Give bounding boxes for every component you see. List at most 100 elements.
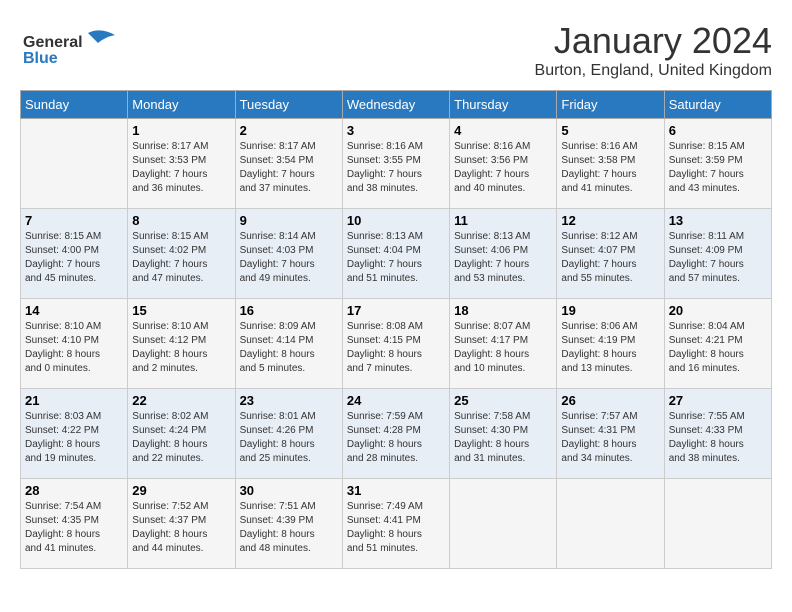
- day-number: 1: [132, 123, 230, 138]
- day-number: 13: [669, 213, 767, 228]
- calendar-cell: [557, 479, 664, 569]
- day-number: 27: [669, 393, 767, 408]
- day-number: 31: [347, 483, 445, 498]
- day-info: Sunrise: 8:17 AMSunset: 3:54 PMDaylight:…: [240, 140, 338, 196]
- week-row-1: 1 Sunrise: 8:17 AMSunset: 3:53 PMDaylight…: [21, 119, 772, 209]
- calendar-cell: 1 Sunrise: 8:17 AMSunset: 3:53 PMDaylight…: [128, 119, 235, 209]
- day-number: 7: [25, 213, 123, 228]
- calendar-cell: 7 Sunrise: 8:15 AMSunset: 4:00 PMDaylight…: [21, 209, 128, 299]
- day-number: 2: [240, 123, 338, 138]
- day-number: 26: [561, 393, 659, 408]
- calendar-cell: 24Sunrise: 7:59 AMSunset: 4:28 PMDayligh…: [342, 389, 449, 479]
- day-number: 5: [561, 123, 659, 138]
- calendar-cell: 8Sunrise: 8:15 AMSunset: 4:02 PMDaylight…: [128, 209, 235, 299]
- calendar-cell: 14 Sunrise: 8:10 AMSunset: 4:10 PMDayligh…: [21, 299, 128, 389]
- day-number: 10: [347, 213, 445, 228]
- calendar-cell: 5 Sunrise: 8:16 AMSunset: 3:58 PMDaylight…: [557, 119, 664, 209]
- day-header-saturday: Saturday: [664, 91, 771, 119]
- day-info: Sunrise: 7:52 AMSunset: 4:37 PMDaylight:…: [132, 500, 230, 556]
- day-header-wednesday: Wednesday: [342, 91, 449, 119]
- day-info: Sunrise: 8:11 AMSunset: 4:09 PMDaylight:…: [669, 230, 767, 286]
- day-number: 12: [561, 213, 659, 228]
- day-number: 18: [454, 303, 552, 318]
- day-info: Sunrise: 8:17 AMSunset: 3:53 PMDaylight:…: [132, 140, 230, 196]
- calendar-cell: 22 Sunrise: 8:02 AMSunset: 4:24 PMDayligh…: [128, 389, 235, 479]
- calendar-cell: 28 Sunrise: 7:54 AMSunset: 4:35 PMDayligh…: [21, 479, 128, 569]
- day-number: 11: [454, 213, 552, 228]
- day-info: Sunrise: 8:14 AMSunset: 4:03 PMDaylight:…: [240, 230, 338, 286]
- calendar-cell: 26 Sunrise: 7:57 AMSunset: 4:31 PMDayligh…: [557, 389, 664, 479]
- week-row-2: 7 Sunrise: 8:15 AMSunset: 4:00 PMDaylight…: [21, 209, 772, 299]
- page-header: General Blue January 2024 Burton, Englan…: [20, 20, 772, 80]
- week-row-4: 21 Sunrise: 8:03 AMSunset: 4:22 PMDayligh…: [21, 389, 772, 479]
- calendar-cell: 30 Sunrise: 7:51 AMSunset: 4:39 PMDayligh…: [235, 479, 342, 569]
- day-info: Sunrise: 8:10 AMSunset: 4:10 PMDaylight:…: [25, 320, 123, 376]
- calendar-cell: 12 Sunrise: 8:12 AMSunset: 4:07 PMDayligh…: [557, 209, 664, 299]
- day-number: 6: [669, 123, 767, 138]
- day-number: 16: [240, 303, 338, 318]
- calendar-cell: 31 Sunrise: 7:49 AMSunset: 4:41 PMDayligh…: [342, 479, 449, 569]
- day-info: Sunrise: 8:16 AMSunset: 3:56 PMDaylight:…: [454, 140, 552, 196]
- calendar-cell: 17 Sunrise: 8:08 AMSunset: 4:15 PMDayligh…: [342, 299, 449, 389]
- day-info: Sunrise: 8:13 AMSunset: 4:04 PMDaylight:…: [347, 230, 445, 286]
- week-row-3: 14 Sunrise: 8:10 AMSunset: 4:10 PMDayligh…: [21, 299, 772, 389]
- day-header-monday: Monday: [128, 91, 235, 119]
- svg-text:General: General: [23, 34, 83, 51]
- calendar-cell: 25Sunrise: 7:58 AMSunset: 4:30 PMDayligh…: [450, 389, 557, 479]
- calendar-cell: 13 Sunrise: 8:11 AMSunset: 4:09 PMDayligh…: [664, 209, 771, 299]
- day-info: Sunrise: 7:51 AMSunset: 4:39 PMDaylight:…: [240, 500, 338, 556]
- day-number: 3: [347, 123, 445, 138]
- day-info: Sunrise: 7:59 AMSunset: 4:28 PMDaylight:…: [347, 410, 445, 466]
- calendar-cell: 6 Sunrise: 8:15 AMSunset: 3:59 PMDaylight…: [664, 119, 771, 209]
- day-header-sunday: Sunday: [21, 91, 128, 119]
- day-info: Sunrise: 8:09 AMSunset: 4:14 PMDaylight:…: [240, 320, 338, 376]
- calendar-cell: 3 Sunrise: 8:16 AMSunset: 3:55 PMDaylight…: [342, 119, 449, 209]
- svg-text:Blue: Blue: [23, 50, 58, 67]
- day-number: 21: [25, 393, 123, 408]
- day-number: 23: [240, 393, 338, 408]
- calendar-cell: 16 Sunrise: 8:09 AMSunset: 4:14 PMDayligh…: [235, 299, 342, 389]
- day-info: Sunrise: 8:08 AMSunset: 4:15 PMDaylight:…: [347, 320, 445, 376]
- title-area: January 2024 Burton, England, United Kin…: [535, 20, 772, 80]
- logo: General Blue: [20, 25, 130, 70]
- calendar-cell: 23 Sunrise: 8:01 AMSunset: 4:26 PMDayligh…: [235, 389, 342, 479]
- calendar-cell: 11 Sunrise: 8:13 AMSunset: 4:06 PMDayligh…: [450, 209, 557, 299]
- calendar-cell: 2 Sunrise: 8:17 AMSunset: 3:54 PMDaylight…: [235, 119, 342, 209]
- day-info: Sunrise: 7:54 AMSunset: 4:35 PMDaylight:…: [25, 500, 123, 556]
- day-number: 30: [240, 483, 338, 498]
- day-info: Sunrise: 7:57 AMSunset: 4:31 PMDaylight:…: [561, 410, 659, 466]
- day-info: Sunrise: 8:03 AMSunset: 4:22 PMDaylight:…: [25, 410, 123, 466]
- day-number: 22: [132, 393, 230, 408]
- day-number: 28: [25, 483, 123, 498]
- day-number: 17: [347, 303, 445, 318]
- location-title: Burton, England, United Kingdom: [535, 62, 772, 80]
- day-header-thursday: Thursday: [450, 91, 557, 119]
- month-title: January 2024: [535, 20, 772, 62]
- day-info: Sunrise: 8:06 AMSunset: 4:19 PMDaylight:…: [561, 320, 659, 376]
- day-info: Sunrise: 8:12 AMSunset: 4:07 PMDaylight:…: [561, 230, 659, 286]
- day-number: 25: [454, 393, 552, 408]
- day-info: Sunrise: 8:15 AMSunset: 4:00 PMDaylight:…: [25, 230, 123, 286]
- day-info: Sunrise: 8:16 AMSunset: 3:58 PMDaylight:…: [561, 140, 659, 196]
- calendar-cell: 19Sunrise: 8:06 AMSunset: 4:19 PMDayligh…: [557, 299, 664, 389]
- day-info: Sunrise: 8:02 AMSunset: 4:24 PMDaylight:…: [132, 410, 230, 466]
- calendar-table: SundayMondayTuesdayWednesdayThursdayFrid…: [20, 90, 772, 569]
- calendar-cell: 10 Sunrise: 8:13 AMSunset: 4:04 PMDayligh…: [342, 209, 449, 299]
- day-info: Sunrise: 8:04 AMSunset: 4:21 PMDaylight:…: [669, 320, 767, 376]
- day-header-tuesday: Tuesday: [235, 91, 342, 119]
- day-number: 29: [132, 483, 230, 498]
- day-info: Sunrise: 8:07 AMSunset: 4:17 PMDaylight:…: [454, 320, 552, 376]
- day-info: Sunrise: 7:49 AMSunset: 4:41 PMDaylight:…: [347, 500, 445, 556]
- calendar-cell: 20Sunrise: 8:04 AMSunset: 4:21 PMDayligh…: [664, 299, 771, 389]
- day-info: Sunrise: 8:13 AMSunset: 4:06 PMDaylight:…: [454, 230, 552, 286]
- calendar-cell: 21 Sunrise: 8:03 AMSunset: 4:22 PMDayligh…: [21, 389, 128, 479]
- day-info: Sunrise: 8:15 AMSunset: 3:59 PMDaylight:…: [669, 140, 767, 196]
- calendar-cell: 27Sunrise: 7:55 AMSunset: 4:33 PMDayligh…: [664, 389, 771, 479]
- calendar-cell: 4 Sunrise: 8:16 AMSunset: 3:56 PMDaylight…: [450, 119, 557, 209]
- day-number: 4: [454, 123, 552, 138]
- calendar-cell: 9Sunrise: 8:14 AMSunset: 4:03 PMDaylight…: [235, 209, 342, 299]
- day-number: 14: [25, 303, 123, 318]
- day-info: Sunrise: 8:16 AMSunset: 3:55 PMDaylight:…: [347, 140, 445, 196]
- calendar-cell: 15Sunrise: 8:10 AMSunset: 4:12 PMDayligh…: [128, 299, 235, 389]
- day-info: Sunrise: 8:01 AMSunset: 4:26 PMDaylight:…: [240, 410, 338, 466]
